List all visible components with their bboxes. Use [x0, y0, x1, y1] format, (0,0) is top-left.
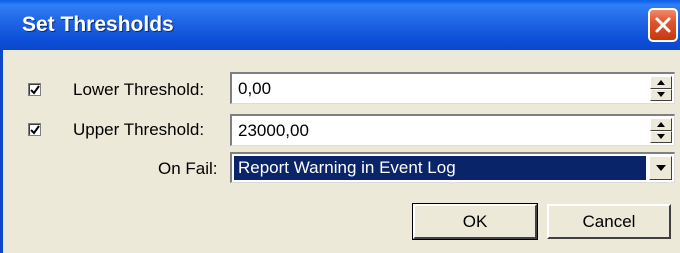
arrow-up-icon [657, 121, 665, 127]
upper-threshold-down-button[interactable] [650, 130, 672, 143]
lower-threshold-label: Lower Threshold: [73, 80, 205, 99]
lower-threshold-down-button[interactable] [650, 88, 672, 101]
upper-threshold-value: 23000,00 [238, 121, 309, 140]
on-fail-dropdown-button[interactable] [649, 156, 672, 180]
checkmark-icon [30, 125, 40, 135]
set-thresholds-dialog: Set Thresholds Lower Threshold: 0,00 Upp… [0, 0, 680, 253]
upper-threshold-up-button[interactable] [650, 118, 672, 131]
lower-threshold-spinner [650, 76, 672, 101]
upper-threshold-label: Upper Threshold: [73, 120, 205, 139]
upper-threshold-checkbox[interactable] [28, 123, 41, 136]
arrow-down-icon [657, 134, 665, 140]
lower-threshold-value: 0,00 [238, 79, 272, 98]
on-fail-label: On Fail: [158, 159, 218, 178]
chevron-down-icon [655, 165, 666, 171]
upper-threshold-spinner [650, 118, 672, 143]
arrow-down-icon [657, 92, 665, 98]
on-fail-selected-value: Report Warning in Event Log [234, 156, 646, 180]
ok-button[interactable]: OK [412, 203, 538, 240]
cancel-button[interactable]: Cancel [547, 204, 671, 239]
window-border [0, 50, 3, 253]
lower-threshold-up-button[interactable] [650, 76, 672, 89]
arrow-up-icon [657, 79, 665, 85]
lower-threshold-input[interactable]: 0,00 [230, 72, 675, 104]
checkmark-icon [30, 85, 40, 95]
close-button[interactable] [648, 8, 678, 42]
upper-threshold-input[interactable]: 23000,00 [230, 114, 675, 146]
on-fail-dropdown[interactable]: Report Warning in Event Log [230, 152, 675, 183]
close-icon [655, 17, 671, 33]
title-bar[interactable]: Set Thresholds [0, 0, 680, 50]
lower-threshold-checkbox[interactable] [28, 83, 41, 96]
dialog-title: Set Thresholds [22, 13, 174, 36]
